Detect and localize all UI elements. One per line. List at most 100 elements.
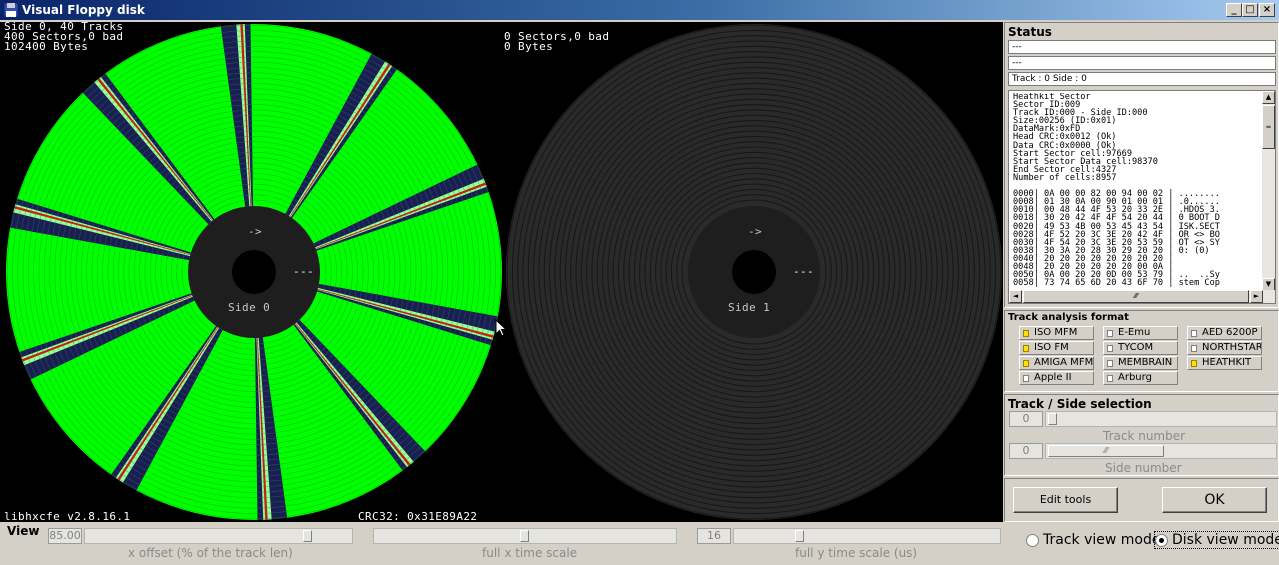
disk-view-canvas[interactable]: Side 0, 40 Tracks 400 Sectors,0 bad 1024…: [0, 22, 1003, 522]
format-label: ISO MFM: [1034, 327, 1078, 338]
track-number-label: Track number: [1103, 429, 1186, 443]
format-northstar-checkbox[interactable]: NORTHSTAR: [1187, 341, 1262, 355]
track-view-mode-radio[interactable]: Track view mode: [1026, 532, 1160, 548]
view-title: View: [7, 524, 40, 538]
format-label: Apple II: [1034, 372, 1072, 383]
track-slider-thumb[interactable]: [1048, 413, 1057, 425]
status-track-side: Track : 0 Side : 0: [1008, 72, 1276, 86]
side0-label: Side 0: [228, 301, 271, 314]
side1-direction-arrow: ->: [748, 225, 763, 238]
maximize-button[interactable]: □: [1242, 3, 1258, 17]
track-analysis-group: Track analysis format ISO MFM E-Emu AED 62…: [1004, 310, 1279, 392]
format-iso-mfm-checkbox[interactable]: ISO MFM: [1019, 326, 1094, 340]
side0-direction-arrow: ->: [248, 225, 263, 238]
track-view-mode-label: Track view mode: [1043, 532, 1161, 548]
track-side-group: Track / Side selection 0 Track number 0 …: [1004, 394, 1279, 476]
y-time-scale-label: full y time scale (us): [795, 546, 918, 560]
x-offset-value[interactable]: 85.00: [48, 528, 82, 544]
side-slider-thumb[interactable]: ⁄⁄⁄: [1048, 445, 1164, 457]
side1-index-mark: ---: [793, 265, 815, 278]
format-label: AED 6200P: [1202, 327, 1258, 338]
checkbox-icon[interactable]: [1023, 345, 1029, 352]
x-time-scale-slider[interactable]: [373, 528, 677, 544]
side-number-value[interactable]: 0: [1009, 443, 1043, 459]
status-field-1: ---: [1008, 40, 1276, 54]
edit-tools-button[interactable]: Edit tools: [1013, 487, 1118, 513]
scroll-left-icon[interactable]: ◄: [1009, 290, 1022, 303]
close-button[interactable]: ×: [1259, 3, 1275, 17]
track-analysis-title: Track analysis format: [1008, 312, 1129, 323]
disk-view-radio-icon[interactable]: [1155, 534, 1168, 547]
sector-info-line: Number of cells:8957: [1013, 172, 1117, 183]
side1-center-hole: [732, 250, 776, 294]
scroll-up-icon[interactable]: ▲: [1262, 91, 1275, 104]
side1-bytes-info: 0 Bytes: [504, 40, 554, 53]
status-field-2: ---: [1008, 56, 1276, 70]
x-offset-thumb[interactable]: [303, 530, 312, 542]
y-time-scale-slider[interactable]: [733, 528, 1001, 544]
track-number-value[interactable]: 0: [1009, 411, 1043, 427]
checkbox-icon[interactable]: [1191, 330, 1197, 337]
format-label: E-Emu: [1118, 327, 1151, 338]
status-title: Status: [1008, 25, 1052, 39]
track-view-radio-icon[interactable]: [1026, 534, 1039, 547]
side0-center-hole: [232, 250, 276, 294]
side-number-label: Side number: [1105, 461, 1182, 475]
side0-index-mark: ---: [293, 265, 315, 278]
track-number-slider[interactable]: [1045, 411, 1277, 427]
checkbox-icon[interactable]: [1023, 360, 1029, 367]
checkbox-icon[interactable]: [1191, 345, 1197, 352]
disk-render: [6, 24, 1002, 520]
track-side-title: Track / Side selection: [1008, 397, 1152, 411]
format-apple-ii-checkbox[interactable]: Apple II: [1019, 371, 1094, 385]
y-time-scale-value[interactable]: 16: [697, 528, 731, 544]
side0-bytes-info: 102400 Bytes: [4, 40, 89, 53]
format-aed-6200p-checkbox[interactable]: AED 6200P: [1187, 326, 1262, 340]
format-heathkit-checkbox[interactable]: HEATHKIT: [1187, 356, 1262, 370]
mouse-cursor-icon: [495, 319, 507, 337]
y-time-thumb[interactable]: [795, 530, 804, 542]
crc32-value: CRC32: 0x31E89A22: [358, 510, 478, 522]
format-tycom-checkbox[interactable]: TYCOM: [1103, 341, 1178, 355]
format-label: NORTHSTAR: [1202, 342, 1262, 353]
checkbox-icon[interactable]: [1107, 375, 1113, 382]
format-label: AMIGA MFM: [1034, 357, 1094, 368]
checkbox-icon[interactable]: [1107, 330, 1113, 337]
format-label: ISO FM: [1034, 342, 1069, 353]
side1-label: Side 1: [728, 301, 771, 314]
x-time-scale-label: full x time scale: [482, 546, 578, 560]
checkbox-icon[interactable]: [1023, 375, 1029, 382]
format-label: TYCOM: [1118, 342, 1154, 353]
scroll-right-icon[interactable]: ►: [1250, 290, 1263, 303]
format-label: HEATHKIT: [1202, 357, 1252, 368]
format-arburg-checkbox[interactable]: Arburg: [1103, 371, 1178, 385]
title-bar[interactable]: Visual Floppy disk _ □ ×: [0, 0, 1279, 20]
format-membrain-checkbox[interactable]: MEMBRAIN: [1103, 356, 1178, 370]
format-label: Arburg: [1118, 372, 1152, 383]
sector-info-text: Heathkit Sector Sector ID:009 Track ID:000…: [1013, 93, 1261, 291]
format-e-emu-checkbox[interactable]: E-Emu: [1103, 326, 1178, 340]
x-offset-slider[interactable]: [84, 528, 353, 544]
format-amiga-mfm-checkbox[interactable]: AMIGA MFM: [1019, 356, 1094, 370]
right-panel: Status --- --- Track : 0 Side : 0 Heathk…: [1004, 22, 1279, 522]
disk-view-mode-radio[interactable]: Disk view mode: [1154, 531, 1279, 549]
sector-info-box[interactable]: Heathkit Sector Sector ID:009 Track ID:000…: [1008, 90, 1276, 304]
format-iso-fm-checkbox[interactable]: ISO FM: [1019, 341, 1094, 355]
library-version: libhxcfe v2.8.16.1: [4, 510, 131, 522]
actions-group: Edit tools OK: [1004, 478, 1279, 522]
checkbox-icon[interactable]: [1107, 360, 1113, 367]
scroll-thumb[interactable]: ═: [1262, 105, 1275, 149]
visual-floppy-window: Visual Floppy disk _ □ × Side 0, 40 Trac…: [0, 0, 1279, 565]
ok-button[interactable]: OK: [1162, 487, 1267, 513]
scroll-h-thumb[interactable]: ⁄⁄⁄: [1023, 290, 1249, 303]
info-vertical-scrollbar[interactable]: ▲ ═ ▼: [1262, 91, 1275, 291]
checkbox-icon[interactable]: [1023, 330, 1029, 337]
checkbox-icon[interactable]: [1107, 345, 1113, 352]
window-title: Visual Floppy disk: [22, 3, 145, 17]
info-horizontal-scrollbar[interactable]: ◄ ⁄⁄⁄ ►: [1009, 290, 1275, 303]
minimize-button[interactable]: _: [1226, 3, 1242, 17]
side-number-slider[interactable]: ⁄⁄⁄: [1045, 443, 1277, 459]
x-time-thumb[interactable]: [520, 530, 529, 542]
sector-info-line: 0058| 73 74 65 6D 20 43 6F 70 | stem Cop: [1013, 278, 1220, 289]
checkbox-icon[interactable]: [1191, 360, 1197, 367]
